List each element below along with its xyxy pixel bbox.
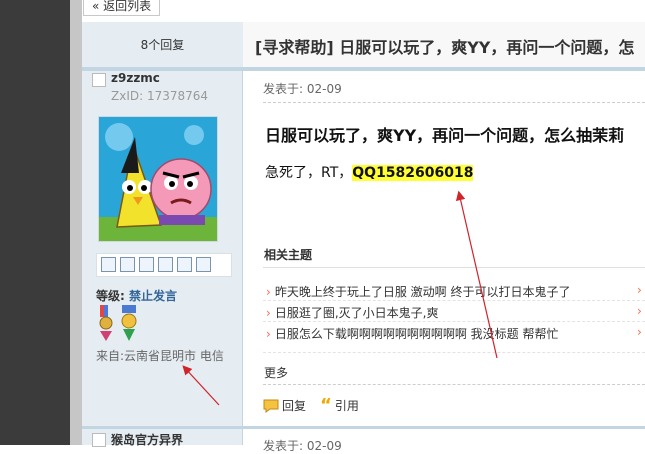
author-zxid: ZxID: 17378764 <box>111 89 209 103</box>
avatar[interactable] <box>98 116 218 242</box>
next-post-date: 发表于: 02-09 <box>263 439 342 453</box>
view-profile-icon[interactable] <box>139 257 154 272</box>
next-post-author[interactable]: 猴岛官方异界 <box>111 431 183 448</box>
thread-title: [寻求帮助] 日服可以玩了，爽YY，再问一个问题，怎 <box>255 38 635 57</box>
row-divider <box>263 300 645 301</box>
level-label: 等级: <box>96 289 125 303</box>
row-divider <box>263 321 645 322</box>
post-title: 日服可以玩了，爽YY，再问一个问题，怎么抽茉莉 <box>265 126 625 145</box>
post-divider <box>263 102 645 103</box>
add-friend-icon[interactable] <box>120 257 135 272</box>
medal-shield-icon <box>121 305 137 341</box>
author-level: 等级: 禁止发言 <box>96 287 177 304</box>
medal-ribbon-icon <box>99 305 113 341</box>
avatar-image <box>99 117 217 241</box>
bullet-arrow-icon: › <box>266 327 271 341</box>
post-separator <box>82 68 645 71</box>
author-action-icons <box>96 253 232 277</box>
qq-icon[interactable] <box>196 257 211 272</box>
reply-label: 回复 <box>282 399 307 413</box>
related-topic-link[interactable]: 日服逛了圈,灭了小日本鬼子,爽 <box>275 306 439 320</box>
quote-icon: “ <box>320 394 332 416</box>
related-topic-item[interactable]: › 日服逛了圈,灭了小日本鬼子,爽 <box>266 304 438 321</box>
post-date: 发表于: 02-09 <box>263 82 342 96</box>
bullet-arrow-icon: › <box>266 285 271 299</box>
author-name[interactable]: z9zzmc <box>111 71 160 85</box>
send-message-icon[interactable] <box>101 257 116 272</box>
quote-button[interactable]: “ 引用 <box>320 394 359 416</box>
row-divider <box>263 352 645 353</box>
quote-label: 引用 <box>334 399 359 413</box>
back-to-list-button[interactable]: « 返回列表 <box>83 0 161 16</box>
related-topic-link[interactable]: 昨天晚上终于玩上了日服 激动啊 终于可以打日本鬼子了 <box>275 285 571 299</box>
level-value[interactable]: 禁止发言 <box>129 289 177 303</box>
related-topic-link[interactable]: 日服怎么下载啊啊啊啊啊啊啊啊啊啊 我没标题 帮帮忙 <box>275 327 559 341</box>
post-separator <box>82 426 645 429</box>
left-scroll-gutter <box>70 0 82 445</box>
related-topic-item[interactable]: › 昨天晚上终于玩上了日服 激动啊 终于可以打日本鬼子了 <box>266 283 570 300</box>
user-card-icon[interactable] <box>158 257 173 272</box>
post-actions: 回复 “ 引用 <box>263 394 359 416</box>
bullet-arrow-icon: › <box>637 283 642 297</box>
qq-number-highlight: QQ1582606018 <box>352 165 474 181</box>
left-dark-panel <box>0 0 70 445</box>
actions-divider <box>263 384 645 385</box>
reply-button[interactable]: 回复 <box>263 397 306 414</box>
post-body-text: 急死了，RT， <box>265 165 353 181</box>
related-topic-item[interactable]: › 日服怎么下载啊啊啊啊啊啊啊啊啊啊 我没标题 帮帮忙 <box>266 325 558 342</box>
thread-title-bar: [寻求帮助] 日服可以玩了，爽YY，再问一个问题，怎 <box>243 22 645 68</box>
user-status-icon <box>92 73 106 87</box>
reply-count: 8个回复 <box>82 22 243 68</box>
more-link[interactable]: 更多 <box>264 364 288 381</box>
medals <box>96 305 146 344</box>
related-divider <box>263 267 645 268</box>
related-topics-heading: 相关主题 <box>264 248 313 262</box>
reply-bubble-icon <box>263 399 279 413</box>
bullet-arrow-icon: › <box>637 304 642 318</box>
author-location: 来自:云南省昆明市 电信 <box>96 349 224 363</box>
post-body: 急死了，RT，QQ1582606018 <box>265 162 474 182</box>
blocks-icon[interactable] <box>177 257 192 272</box>
bullet-arrow-icon: › <box>266 306 271 320</box>
bullet-arrow-icon: › <box>637 325 642 339</box>
top-strip <box>82 0 645 22</box>
